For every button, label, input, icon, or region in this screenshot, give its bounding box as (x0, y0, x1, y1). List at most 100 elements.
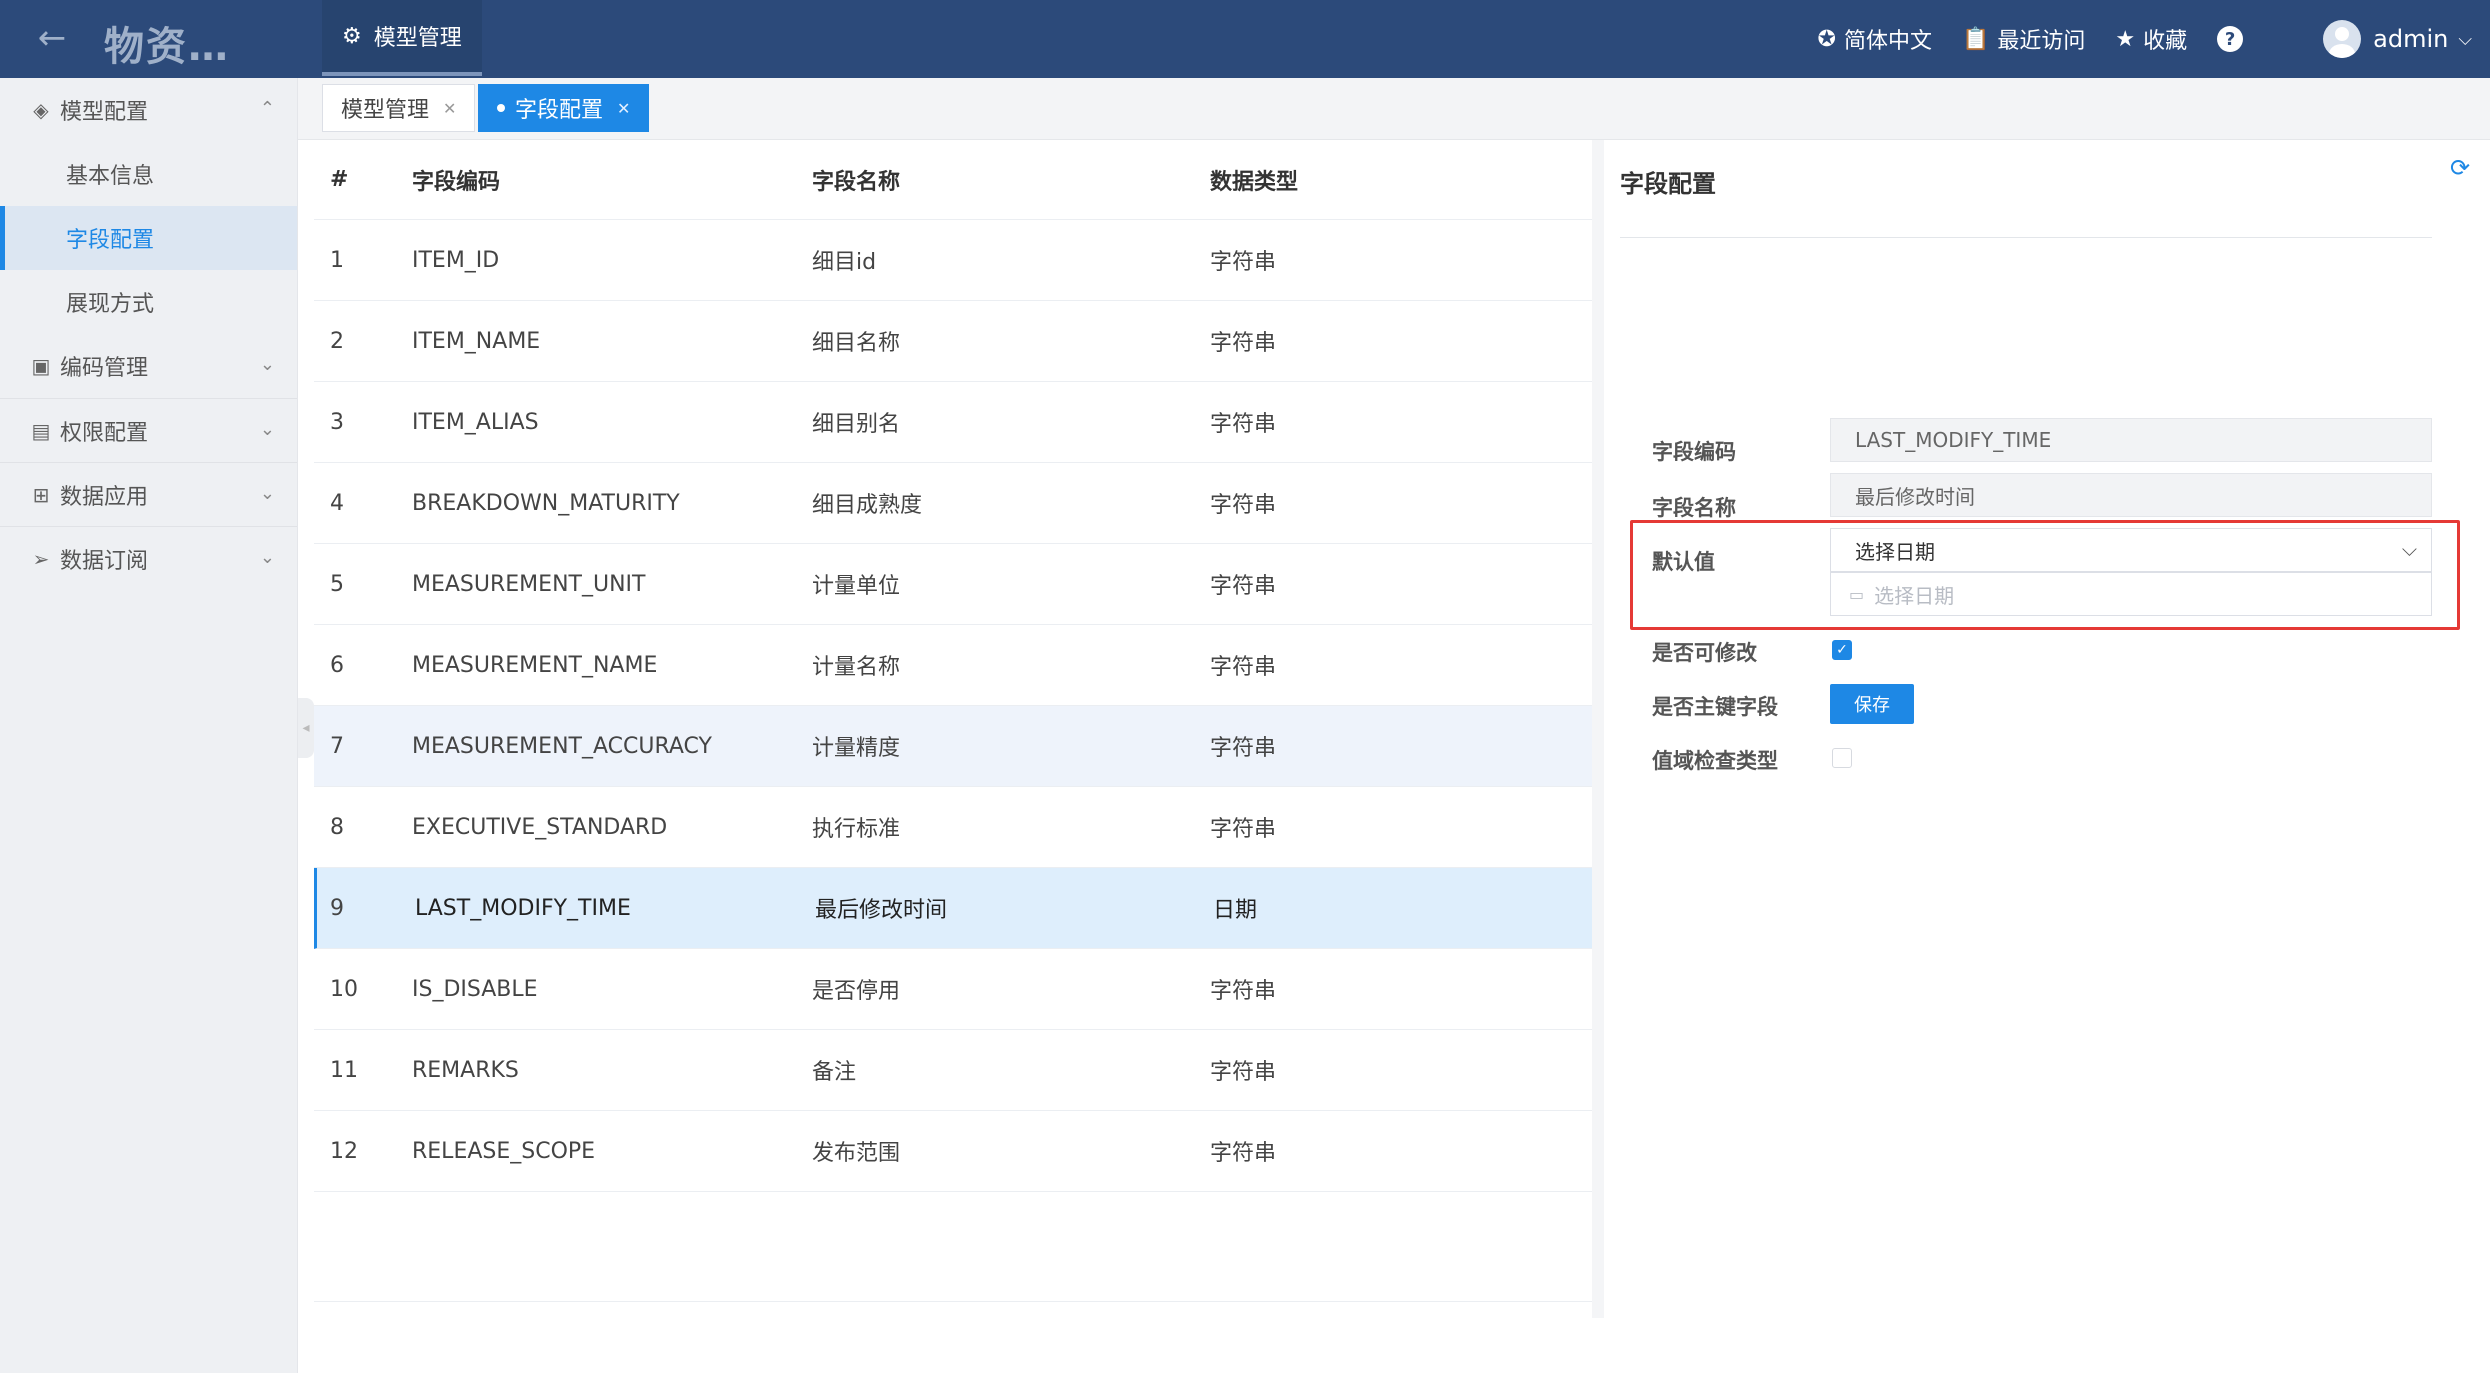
table-row[interactable]: 6 MEASUREMENT_NAME 计量名称 字符串 (314, 625, 1592, 706)
tab-label: 模型管理 (341, 98, 430, 123)
field-code-label: 字段编码 (1652, 440, 1736, 464)
sidebar-group-label: 编码管理 (60, 356, 149, 381)
chart-icon: ▣ (31, 354, 51, 378)
cell-name: 细目成熟度 (812, 493, 923, 518)
recent-visits[interactable]: 📋 最近访问 (1962, 23, 2085, 55)
column-header-name: 字段名称 (812, 169, 901, 195)
editable-checkbox[interactable]: ✓ (1832, 640, 1852, 660)
domain-check-checkbox[interactable] (1832, 748, 1852, 768)
layers-icon: ◈ (33, 98, 49, 122)
cell-name: 计量精度 (812, 736, 901, 761)
cell-num: 7 (330, 733, 344, 759)
sidebar-item-basic-info[interactable]: 基本信息 (0, 142, 297, 206)
cell-type: 字符串 (1210, 250, 1277, 275)
table-row[interactable]: 1 ITEM_ID 细目id 字符串 (314, 220, 1592, 301)
table-row[interactable]: 5 MEASUREMENT_UNIT 计量单位 字符串 (314, 544, 1592, 625)
table-row[interactable]: 9 LAST_MODIFY_TIME 最后修改时间 日期 (314, 868, 1592, 949)
table-row[interactable]: 4 BREAKDOWN_MATURITY 细目成熟度 字符串 (314, 463, 1592, 544)
chevron-up-icon: ⌃ (259, 98, 275, 119)
favorites[interactable]: ★ 收藏 (2115, 23, 2187, 55)
tab-model-management[interactable]: 模型管理 ✕ (322, 84, 476, 132)
table-row[interactable]: 10 IS_DISABLE 是否停用 字符串 (314, 949, 1592, 1030)
vertical-scrollbar[interactable] (1592, 140, 1604, 1318)
editable-label: 是否可修改 (1652, 641, 1757, 665)
chevron-down-icon[interactable]: ⌵ (2458, 29, 2472, 50)
sidebar-collapse-handle[interactable]: ◂ (298, 698, 314, 758)
cell-code: MEASUREMENT_ACCURACY (412, 733, 712, 759)
clipboard-icon: 📋 (1961, 26, 1990, 52)
help-icon[interactable]: ? (2217, 26, 2244, 52)
header-actions: ✪ 简体中文 📋 最近访问 ★ 收藏 ? admin ⌵ (1818, 0, 2490, 78)
panel-divider (1620, 237, 2432, 238)
cell-name: 细目id (812, 250, 877, 275)
cell-type: 字符串 (1210, 655, 1277, 680)
cell-type: 字符串 (1210, 331, 1277, 356)
cell-num: 1 (330, 247, 344, 273)
gear-icon: ⚙ (342, 23, 362, 49)
save-button[interactable]: 保存 (1830, 684, 1914, 724)
cell-num: 10 (330, 976, 358, 1002)
top-header: ← 物资… ⚙ 模型管理 ✪ 简体中文 📋 最近访问 ★ 收藏 ? admin … (0, 0, 2490, 78)
sidebar-group-code-management[interactable]: ▣ 编码管理 ⌄ (0, 334, 297, 398)
table-row[interactable]: 7 MEASUREMENT_ACCURACY 计量精度 字符串 (314, 706, 1592, 787)
top-nav-tab-model-management[interactable]: ⚙ 模型管理 (322, 0, 482, 76)
cell-code: ITEM_ALIAS (412, 409, 539, 435)
active-dot-icon (497, 104, 505, 112)
language-label: 简体中文 (1843, 29, 1932, 54)
close-icon[interactable]: ✕ (443, 99, 456, 118)
table-bottom-border (314, 1301, 1592, 1302)
cell-num: 5 (330, 571, 344, 597)
table-row[interactable]: 2 ITEM_NAME 细目名称 字符串 (314, 301, 1592, 382)
top-nav-tab-label: 模型管理 (373, 26, 462, 51)
sidebar-group-label: 模型配置 (60, 100, 149, 125)
sidebar-group-label: 权限配置 (60, 420, 149, 446)
cell-type: 日期 (1213, 898, 1258, 923)
highlight-annotation-box (1630, 520, 2460, 630)
cell-name: 计量名称 (812, 655, 901, 680)
field-name-input[interactable]: 最后修改时间 (1830, 473, 2432, 517)
table-row[interactable]: 11 REMARKS 备注 字符串 (314, 1030, 1592, 1111)
table-header-row: # 字段编码 字段名称 数据类型 (314, 140, 1592, 220)
panel-title: 字段配置 (1620, 170, 1716, 198)
cell-code: ITEM_ID (412, 247, 500, 273)
table-row[interactable]: 8 EXECUTIVE_STANDARD 执行标准 字符串 (314, 787, 1592, 868)
sidebar-item-display-mode[interactable]: 展现方式 (0, 270, 297, 334)
cell-name: 备注 (812, 1060, 857, 1085)
cell-name: 细目别名 (812, 412, 901, 437)
cell-type: 字符串 (1210, 1060, 1277, 1085)
sidebar-group-model-config[interactable]: ◈ 模型配置 ⌃ (0, 78, 297, 142)
cell-type: 字符串 (1210, 412, 1277, 437)
cell-name: 细目名称 (812, 331, 901, 356)
cell-code: MEASUREMENT_UNIT (412, 571, 646, 597)
cell-num: 12 (330, 1138, 358, 1164)
language-switch[interactable]: ✪ 简体中文 (1818, 23, 1932, 55)
cell-type: 字符串 (1210, 979, 1277, 1004)
sidebar-group-data-subscription[interactable]: ➢ 数据订阅 ⌄ (0, 526, 297, 590)
cell-num: 8 (330, 814, 344, 840)
domain-check-label: 值域检查类型 (1652, 749, 1778, 773)
sidebar-item-field-config[interactable]: 字段配置 (0, 206, 297, 270)
refresh-icon[interactable]: ⟳ (2450, 154, 2470, 182)
username[interactable]: admin (2373, 25, 2448, 53)
field-code-input[interactable]: LAST_MODIFY_TIME (1830, 418, 2432, 462)
cell-code: LAST_MODIFY_TIME (415, 895, 631, 921)
recent-label: 最近访问 (1997, 29, 2086, 54)
sidebar-group-label: 数据订阅 (60, 548, 149, 574)
table-row[interactable]: 12 RELEASE_SCOPE 发布范围 字符串 (314, 1111, 1592, 1192)
cell-num: 4 (330, 490, 344, 516)
sidebar-group-data-application[interactable]: ⊞ 数据应用 ⌄ (0, 462, 297, 526)
table-row[interactable]: 3 ITEM_ALIAS 细目别名 字符串 (314, 382, 1592, 463)
avatar[interactable] (2323, 20, 2362, 58)
permission-icon: ▤ (31, 418, 51, 443)
chevron-down-icon: ⌄ (259, 547, 275, 568)
chevron-down-icon: ⌄ (259, 419, 275, 440)
cell-num: 2 (330, 328, 344, 354)
cell-code: IS_DISABLE (412, 976, 538, 1002)
cell-type: 字符串 (1210, 817, 1277, 842)
tab-field-config[interactable]: 字段配置 ✕ (478, 84, 650, 132)
back-arrow-icon[interactable]: ← (32, 18, 72, 58)
close-icon[interactable]: ✕ (617, 99, 630, 118)
chevron-down-icon: ⌄ (259, 483, 275, 504)
sidebar-group-permission-config[interactable]: ▤ 权限配置 ⌄ (0, 398, 297, 462)
favorites-label: 收藏 (2143, 29, 2188, 54)
